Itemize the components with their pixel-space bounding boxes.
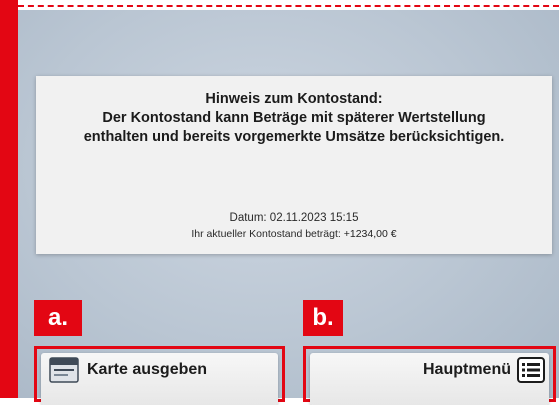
red-frame-edge: [0, 0, 18, 398]
notice-message: Hinweis zum Kontostand: Der Kontostand k…: [36, 90, 552, 147]
balance-label: Ihr aktueller Kontostand beträgt:: [191, 228, 341, 240]
eject-card-label: Karte ausgeben: [87, 361, 208, 378]
eject-card-button[interactable]: Karte ausgeben: [41, 353, 278, 405]
main-menu-label: Hauptmenü: [423, 361, 511, 378]
notice-text-line-1: Der Kontostand kann Beträge mit späterer…: [102, 110, 486, 126]
balance-value: +1234,00 €: [343, 228, 397, 240]
annotation-frame-b: Hauptmenü: [303, 346, 556, 405]
notice-text-line-2: enthalten und bereits vorgemerkte Umsätz…: [83, 129, 505, 145]
notice-date: Datum: 02.11.2023 15:15: [229, 212, 359, 224]
main-menu-button[interactable]: Hauptmenü: [310, 353, 549, 405]
balance-line: Ihr aktueller Kontostand beträgt: +1234,…: [36, 226, 552, 242]
annotation-label-b: b.: [303, 300, 343, 336]
menu-list-icon: [517, 357, 545, 383]
annotation-label-a: a.: [34, 300, 82, 336]
top-dashed-border: [18, 5, 559, 7]
card-slot-icon: [49, 357, 79, 383]
notice-meta: Datum: 02.11.2023 15:15 Ihr aktueller Ko…: [36, 210, 552, 242]
atm-screen: Hinweis zum Kontostand: Der Kontostand k…: [18, 10, 559, 398]
balance-notice-panel: Hinweis zum Kontostand: Der Kontostand k…: [36, 76, 552, 254]
annotation-frame-a: Karte ausgeben: [34, 346, 285, 405]
notice-title: Hinweis zum Kontostand:: [205, 91, 383, 107]
